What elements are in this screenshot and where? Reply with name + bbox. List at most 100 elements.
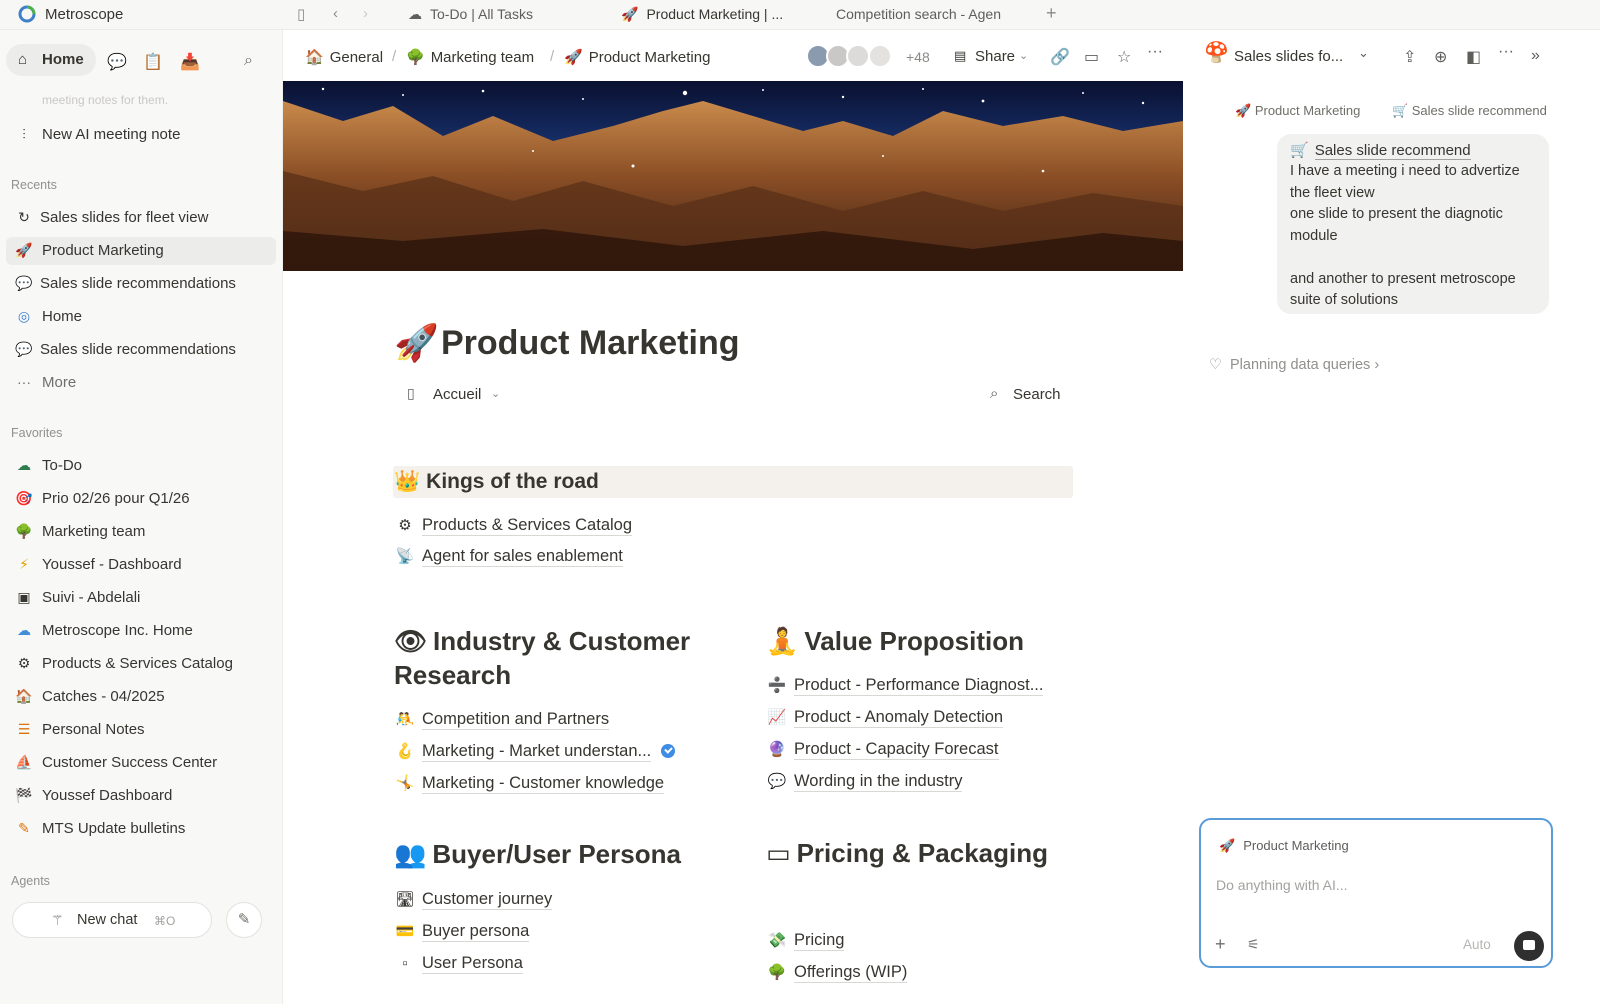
page-rocket-icon[interactable]: 🚀 (394, 322, 439, 364)
share-export-icon[interactable]: ⇪ (1403, 47, 1416, 67)
recent-item-home[interactable]: ◎ Home (6, 303, 276, 331)
satellite-icon: 📡 (395, 548, 415, 565)
link-pricing[interactable]: 💸 Pricing (766, 931, 845, 951)
share-button[interactable]: ▤ Share ⌄ (948, 43, 1032, 71)
chat-icon[interactable]: 💬 (107, 52, 127, 72)
page-search-button[interactable]: ⌕ Search (988, 382, 1088, 408)
breadcrumb-product-marketing[interactable]: 🚀 Product Marketing (564, 48, 710, 66)
recent-item-sales-slide-recommendations-2[interactable]: 💬 Sales slide recommendations (6, 336, 276, 364)
tab-todo[interactable]: ☁ To-Do | All Tasks (408, 6, 533, 23)
sidebar-new-ai-meeting-note[interactable]: ⫶ New AI meeting note (6, 121, 276, 149)
share-people-icon: ▤ (954, 48, 967, 63)
tab-product-marketing[interactable]: 🚀 Product Marketing | ... (621, 6, 783, 23)
message-attachment[interactable]: 🛒 Sales slide recommend (1290, 140, 1535, 161)
composer-context-chip[interactable]: 🚀 Product Marketing (1219, 838, 1349, 854)
search-icon[interactable]: ⌕ (244, 52, 253, 70)
favorite-item-personal-notes[interactable]: ☰ Personal Notes (6, 716, 276, 744)
forward-arrow-icon[interactable]: › (363, 5, 368, 22)
tab-competition-search[interactable]: Competition search - Agen (836, 6, 1001, 22)
link-product-anomaly-detection[interactable]: 📈 Product - Anomaly Detection (766, 708, 1004, 728)
collapse-panel-icon[interactable]: » (1531, 47, 1540, 65)
link-icon[interactable]: 🔗 (1050, 47, 1070, 67)
link-user-persona[interactable]: ▫ User Persona (394, 954, 523, 974)
recent-item-sales-slide-recommendations[interactable]: 💬 Sales slide recommendations (6, 270, 276, 298)
favorite-item-to-do[interactable]: ☁ To-Do (6, 452, 276, 480)
recent-item-more[interactable]: ··· More (6, 369, 276, 397)
collaborator-avatars[interactable] (806, 44, 902, 70)
meditation-icon: 🧘 (766, 626, 799, 656)
favorite-item-youssef-dashboard[interactable]: ⚡ Youssef - Dashboard (6, 551, 276, 579)
message-line: I have a meeting i need to advertize (1290, 163, 1520, 179)
link-customer-journey[interactable]: 🛣 Customer journey (394, 890, 553, 910)
link-offerings-wip[interactable]: 🌳 Offerings (WIP) (766, 963, 908, 983)
favorite-item-products-services-catalog[interactable]: ⚙ Products & Services Catalog (6, 650, 276, 678)
pencil-icon: ✎ (18, 820, 30, 836)
recent-item-sales-slides-fleet-view[interactable]: ↻ Sales slides for fleet view (6, 204, 276, 232)
favorite-item-mts-update-bulletins[interactable]: ✎ MTS Update bulletins (6, 815, 276, 843)
link-competition-and-partners[interactable]: 🤼 Competition and Partners (394, 710, 610, 730)
back-arrow-icon[interactable]: ‹ (333, 5, 338, 22)
breadcrumb-separator: / (550, 48, 555, 65)
favorite-item-customer-success-center[interactable]: ⛵ Customer Success Center (6, 749, 276, 777)
link-product-performance-diagnostics[interactable]: ➗ Product - Performance Diagnost... (766, 676, 1044, 696)
link-product-capacity-forecast[interactable]: 🔮 Product - Capacity Forecast (766, 740, 999, 760)
favorite-item-suivi-abdelali[interactable]: ▣ Suivi - Abdelali (6, 584, 276, 612)
chevron-down-icon[interactable]: ⌄ (1358, 45, 1369, 61)
recent-item-product-marketing[interactable]: 🚀 Product Marketing (6, 237, 276, 265)
link-marketing-customer-knowledge[interactable]: 🤸 Marketing - Customer knowledge (394, 774, 665, 794)
view-selector[interactable]: ▯ Accueil ⌄ (405, 382, 515, 408)
comment-icon[interactable]: ▭ (1084, 47, 1099, 67)
checkered-flag-icon: 🏁 (15, 787, 33, 803)
breadcrumb-separator: / (392, 48, 397, 65)
cover-image (283, 81, 1183, 271)
mode-selector[interactable]: Auto (1463, 937, 1491, 952)
mushroom-icon: 🍄 (1204, 42, 1229, 64)
more-options-icon[interactable]: ··· (1498, 43, 1514, 61)
new-tab-button[interactable]: + (1046, 3, 1057, 24)
breadcrumb-general[interactable]: 🏠 General (305, 48, 383, 66)
page-icon: ▫ (402, 955, 408, 972)
section-heading-kings-of-the-road: 👑 Kings of the road (394, 470, 599, 493)
breadcrumb-marketing-team[interactable]: 🌳 Marketing team (406, 48, 534, 66)
favorite-item-marketing-team[interactable]: 🌳 Marketing team (6, 518, 276, 546)
favorite-item-catches[interactable]: 🏠 Catches - 04/2025 (6, 683, 276, 711)
message-line: one slide to present the diagnotic (1290, 206, 1503, 222)
add-attachment-icon[interactable]: + (1215, 934, 1226, 955)
ai-chat-title[interactable]: Sales slides fo... (1234, 48, 1343, 65)
compose-icon[interactable]: ✎ (226, 902, 262, 938)
context-tag-sales-slide[interactable]: 🛒 Sales slide recommend (1392, 103, 1561, 118)
link-agent-for-sales-enablement[interactable]: 📡 Agent for sales enablement (394, 547, 623, 567)
composer-input[interactable]: Do anything with AI... (1216, 877, 1348, 893)
message-line (1290, 247, 1535, 269)
ai-composer[interactable]: 🚀 Product Marketing Do anything with AI..… (1199, 818, 1553, 968)
favorite-item-youssef-dashboard-2[interactable]: 🏁 Youssef Dashboard (6, 782, 276, 810)
meeting-notes-icon[interactable]: 📋 (143, 52, 163, 72)
list-icon: ☰ (17, 721, 31, 737)
settings-sliders-icon[interactable]: ⚟ (1247, 936, 1260, 953)
favorite-item-metroscope-home[interactable]: ☁ Metroscope Inc. Home (6, 617, 276, 645)
board-icon: ▣ (17, 589, 31, 605)
avatar-count[interactable]: +48 (906, 49, 930, 65)
favorite-item-prio[interactable]: 🎯 Prio 02/26 pour Q1/26 (6, 485, 276, 513)
more-dots-icon: ··· (17, 374, 31, 390)
send-button[interactable] (1514, 931, 1544, 961)
link-marketing-market-understanding[interactable]: 🪝 Marketing - Market understan... (394, 742, 676, 762)
link-buyer-persona[interactable]: 💳 Buyer persona (394, 922, 530, 942)
link-products-services-catalog[interactable]: ⚙ Products & Services Catalog (394, 516, 633, 536)
inbox-icon[interactable]: 📥 (180, 52, 200, 72)
star-icon[interactable]: ☆ (1117, 47, 1131, 67)
new-chat-icon[interactable]: ⊕ (1434, 47, 1447, 67)
metroscope-icon: ◎ (17, 308, 31, 324)
planning-status[interactable]: ♡ Planning data queries › (1209, 357, 1379, 373)
page-title[interactable]: Product Marketing (441, 324, 739, 363)
message-line: module (1290, 227, 1338, 244)
context-tag-product-marketing[interactable]: 🚀 Product Marketing (1235, 103, 1374, 118)
panel-layout-icon[interactable]: ◧ (1466, 47, 1481, 67)
link-wording-in-the-industry[interactable]: 💬 Wording in the industry (766, 772, 963, 792)
sidebar-home-button[interactable]: ⌂ Home (6, 44, 96, 76)
section-heading-industry-customer-research: 👁 Industry & Customer (394, 626, 691, 656)
cloud-icon: ☁ (17, 457, 31, 473)
new-chat-button[interactable]: ⚚ New chat ⌘O (12, 902, 212, 938)
sidebar-toggle-icon[interactable]: ▯ (297, 5, 305, 23)
more-options-icon[interactable]: ··· (1147, 43, 1163, 61)
